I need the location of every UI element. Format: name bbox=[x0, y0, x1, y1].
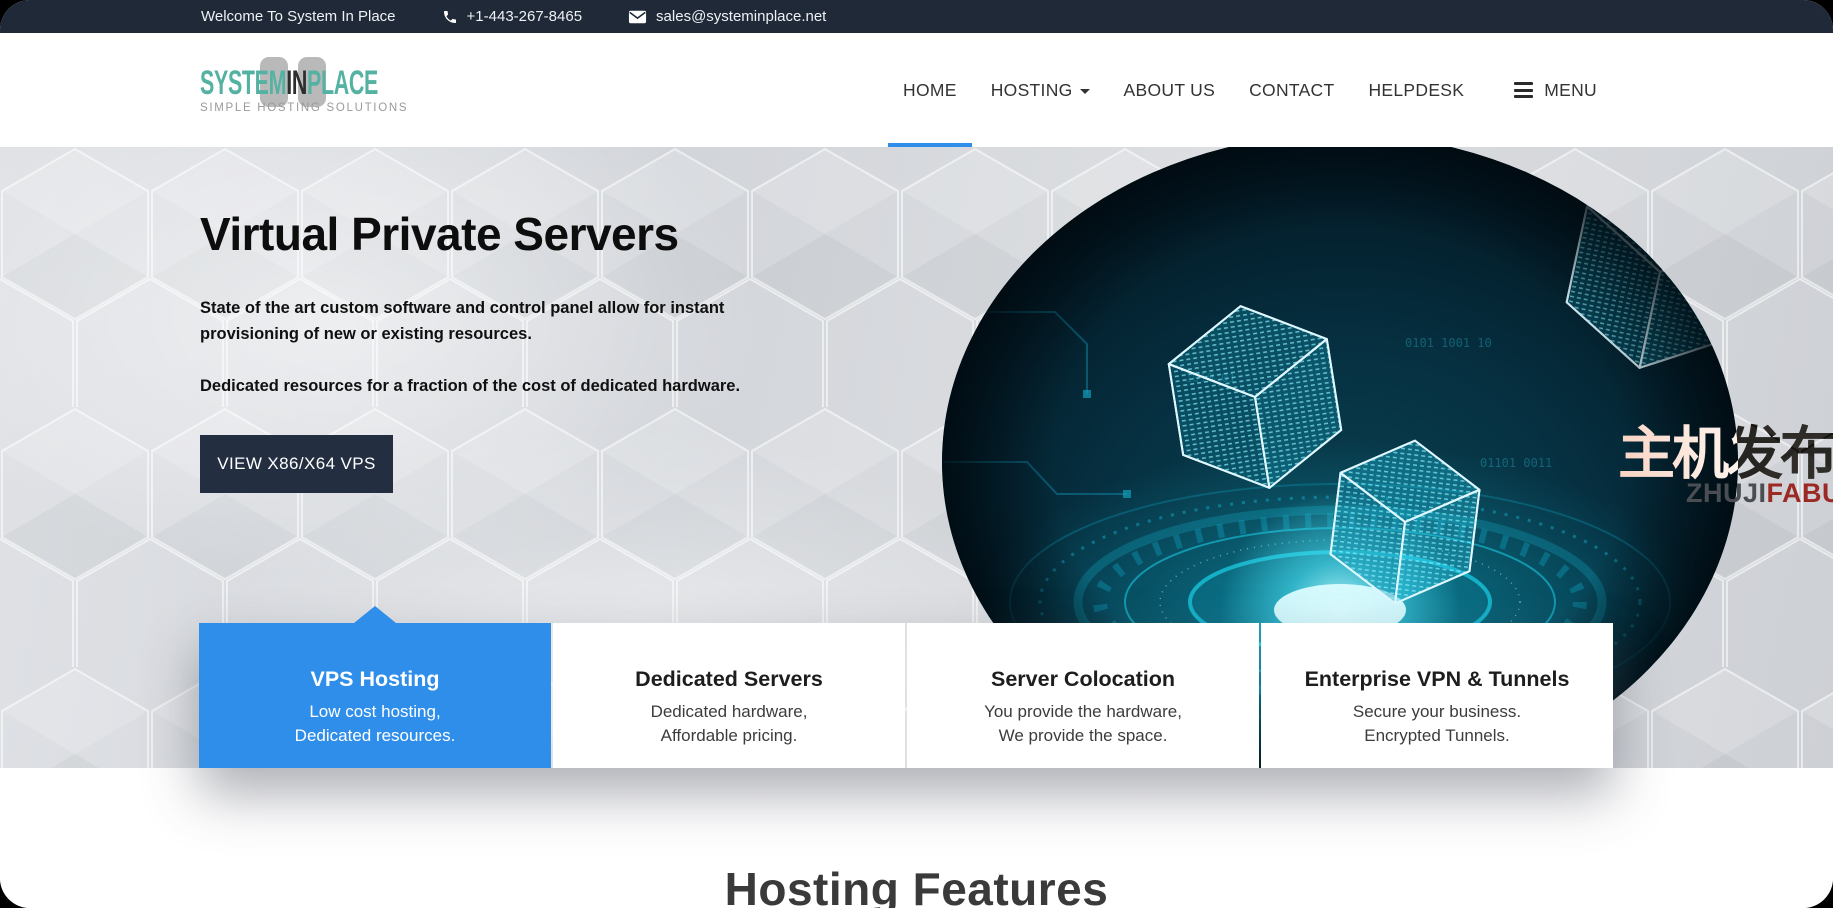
topbar-inner: Welcome To System In Place +1-443-267-84… bbox=[201, 8, 826, 25]
envelope-icon bbox=[628, 10, 647, 23]
nav-item-helpdesk[interactable]: HELPDESK bbox=[1351, 33, 1481, 147]
tab-line: Secure your business. bbox=[1352, 702, 1522, 721]
phone-icon bbox=[443, 10, 456, 23]
tab-line: Dedicated resources. bbox=[294, 726, 456, 745]
chevron-down-icon bbox=[1079, 88, 1090, 94]
tab-enterprise-vpn[interactable]: Enterprise VPN & Tunnels Secure your bus… bbox=[1261, 623, 1613, 768]
nav-item-home[interactable]: HOME bbox=[886, 33, 974, 147]
hero-copy: Virtual Private Servers State of the art… bbox=[200, 207, 760, 493]
page: Welcome To System In Place +1-443-267-84… bbox=[0, 0, 1833, 908]
hamburger-icon bbox=[1514, 82, 1534, 98]
hero-paragraph-2: Dedicated resources for a fraction of th… bbox=[200, 377, 741, 395]
tab-title: Server Colocation bbox=[991, 667, 1175, 691]
tab-line: Encrypted Tunnels. bbox=[1364, 726, 1510, 745]
phone-number: +1-443-267-8465 bbox=[466, 8, 583, 25]
service-tabs: VPS Hosting Low cost hosting, Dedicated … bbox=[199, 623, 1613, 768]
nav-item-hosting[interactable]: HOSTING bbox=[974, 33, 1107, 147]
topbar: Welcome To System In Place +1-443-267-84… bbox=[0, 0, 1833, 33]
menu-button[interactable]: MENU bbox=[1497, 33, 1614, 147]
features-title: Hosting Features bbox=[724, 863, 1109, 908]
email-address: sales@systeminplace.net bbox=[656, 8, 827, 25]
main-nav: HOME HOSTING ABOUT US CONTACT HELPDESK M… bbox=[886, 33, 1614, 147]
tab-line: Low cost hosting, bbox=[309, 702, 441, 721]
logo-wordmark: SYSTEMINPLACE bbox=[200, 64, 379, 102]
tab-title: VPS Hosting bbox=[310, 667, 440, 691]
nav-item-about-us[interactable]: ABOUT US bbox=[1107, 33, 1233, 147]
welcome-text: Welcome To System In Place bbox=[201, 8, 396, 25]
tab-line: Affordable pricing. bbox=[660, 726, 798, 745]
tab-title: Enterprise VPN & Tunnels bbox=[1304, 667, 1570, 691]
tab-line: Dedicated hardware, bbox=[650, 702, 808, 721]
logo-tagline: SIMPLE HOSTING SOLUTIONS bbox=[200, 102, 409, 114]
nav-item-contact[interactable]: CONTACT bbox=[1232, 33, 1351, 147]
view-vps-button[interactable]: VIEW X86/X64 VPS bbox=[200, 435, 393, 493]
tab-server-colocation[interactable]: Server Colocation You provide the hardwa… bbox=[907, 623, 1259, 768]
topbar-phone[interactable]: +1-443-267-8465 bbox=[442, 8, 583, 25]
tab-vps-hosting[interactable]: VPS Hosting Low cost hosting, Dedicated … bbox=[199, 623, 551, 768]
hero-title: Virtual Private Servers bbox=[200, 208, 679, 260]
features-section: Hosting Features bbox=[0, 768, 1833, 908]
hero-paragraph-1: State of the art custom software and con… bbox=[200, 299, 725, 343]
tab-title: Dedicated Servers bbox=[635, 667, 823, 691]
tab-line: We provide the space. bbox=[998, 726, 1168, 745]
topbar-email[interactable]: sales@systeminplace.net bbox=[628, 8, 826, 25]
logo[interactable]: SYSTEMINPLACE SIMPLE HOSTING SOLUTIONS bbox=[200, 57, 409, 123]
header: SYSTEMINPLACE SIMPLE HOSTING SOLUTIONS H… bbox=[0, 33, 1833, 147]
tab-dedicated-servers[interactable]: Dedicated Servers Dedicated hardware, Af… bbox=[553, 623, 905, 768]
tab-line: You provide the hardware, bbox=[984, 702, 1182, 721]
